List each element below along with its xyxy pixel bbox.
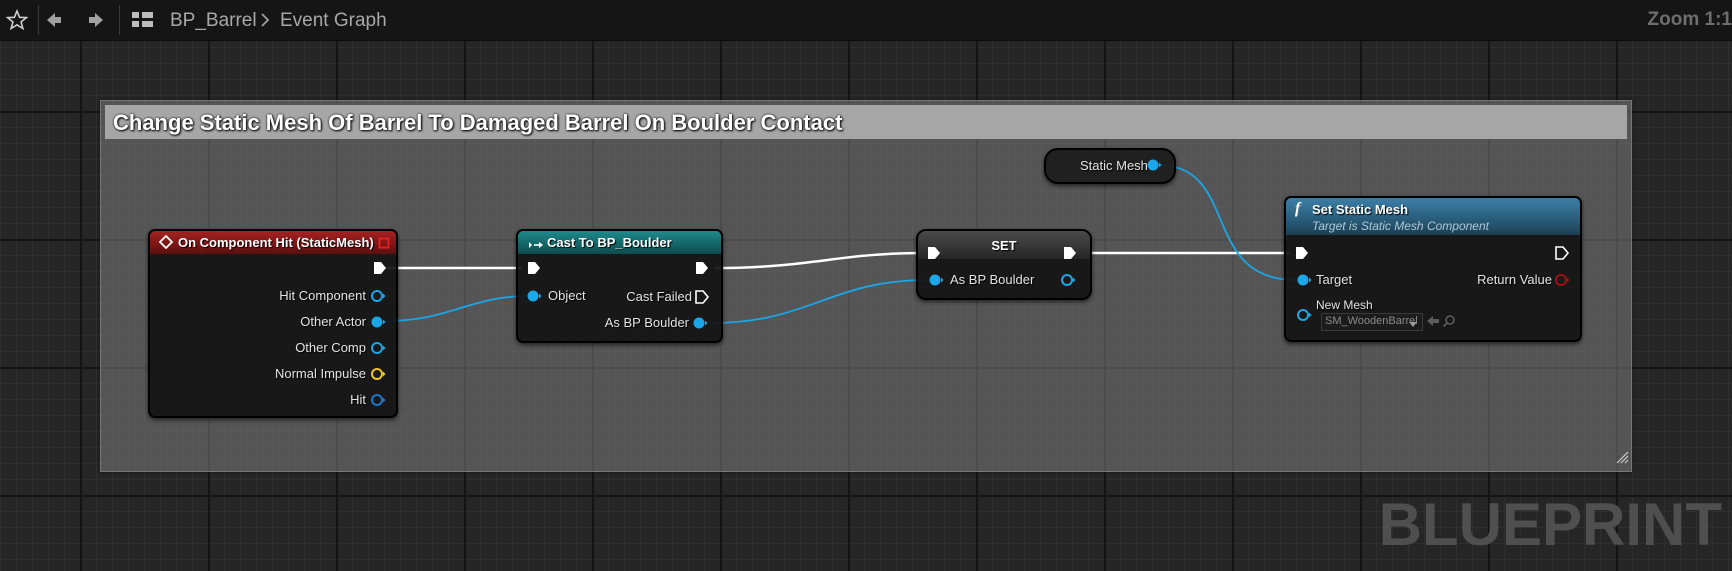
object-pin-icon[interactable] (1296, 308, 1312, 322)
object-pin-icon[interactable] (526, 289, 542, 303)
pin-label-as-bp-boulder: As BP Boulder (604, 315, 689, 330)
exec-out-pin-icon[interactable] (372, 260, 388, 276)
delegate-pin-icon[interactable] (378, 236, 390, 254)
node-title: Set Static Mesh (1312, 202, 1409, 217)
exec-wire[interactable] (714, 251, 923, 270)
pin-label-return-value: Return Value (1477, 272, 1552, 287)
object-pin-icon[interactable] (370, 341, 386, 355)
blueprint-watermark: BLUEPRINT (1378, 491, 1722, 558)
pin-label-other-comp: Other Comp (295, 340, 366, 355)
pin-label-object: Object (548, 288, 586, 303)
object-pin-icon[interactable] (1060, 273, 1076, 287)
node-subtitle: Target is Static Mesh Component (1312, 219, 1489, 233)
exec-in-pin-icon[interactable] (1294, 245, 1310, 261)
object-wire[interactable] (385, 295, 529, 322)
exec-out-pin-icon[interactable] (1554, 245, 1570, 261)
bool-pin-icon[interactable] (1554, 273, 1570, 287)
node-header[interactable]: Cast To BP_Boulder (518, 231, 721, 254)
event-icon (158, 234, 174, 254)
exec-out-pin-icon[interactable] (694, 289, 710, 305)
exec-out-pin-icon[interactable] (1062, 245, 1078, 261)
pin-label-hit-component: Hit Component (279, 288, 366, 303)
browse-asset-icon[interactable] (1442, 314, 1456, 333)
pin-label-new-mesh: New Mesh (1316, 298, 1373, 312)
object-pin-icon[interactable] (692, 316, 708, 330)
object-pin-icon[interactable] (370, 289, 386, 303)
variable-label: Static Mesh (1080, 158, 1148, 173)
pin-label-as-bp-boulder: As BP Boulder (950, 272, 1035, 287)
node-header[interactable]: f Set Static Mesh Target is Static Mesh … (1286, 198, 1580, 235)
pin-label-other-actor: Other Actor (300, 314, 366, 329)
object-pin-icon[interactable] (370, 315, 386, 329)
use-selected-asset-icon[interactable] (1426, 314, 1440, 332)
object-pin-icon[interactable] (1296, 273, 1312, 287)
exec-in-pin-icon[interactable] (526, 260, 542, 276)
vector-pin-icon[interactable] (370, 367, 386, 381)
node-header[interactable]: On Component Hit (StaticMesh) (150, 231, 396, 254)
pin-label-cast-failed: Cast Failed (626, 289, 692, 304)
object-pin-icon[interactable] (1146, 158, 1162, 172)
pin-label-normal-impulse: Normal Impulse (274, 366, 366, 381)
exec-out-pin-icon[interactable] (694, 260, 710, 276)
object-wire[interactable] (1157, 164, 1297, 281)
node-title: On Component Hit (StaticMesh) (178, 235, 374, 250)
struct-pin-icon[interactable] (370, 393, 386, 407)
asset-picker-value: SM_WoodenBarrel (1325, 315, 1418, 327)
function-icon: f (1295, 200, 1301, 217)
exec-in-pin-icon[interactable] (926, 245, 942, 261)
cast-icon (528, 237, 544, 255)
set-variable-node[interactable]: SET (916, 229, 1092, 300)
pin-label-target: Target (1316, 272, 1353, 287)
pin-label-hit: Hit (350, 392, 366, 407)
node-title: Cast To BP_Boulder (547, 235, 672, 250)
object-pin-icon[interactable] (928, 273, 944, 287)
object-wire[interactable] (710, 279, 929, 324)
chevron-down-icon[interactable] (1408, 316, 1418, 334)
